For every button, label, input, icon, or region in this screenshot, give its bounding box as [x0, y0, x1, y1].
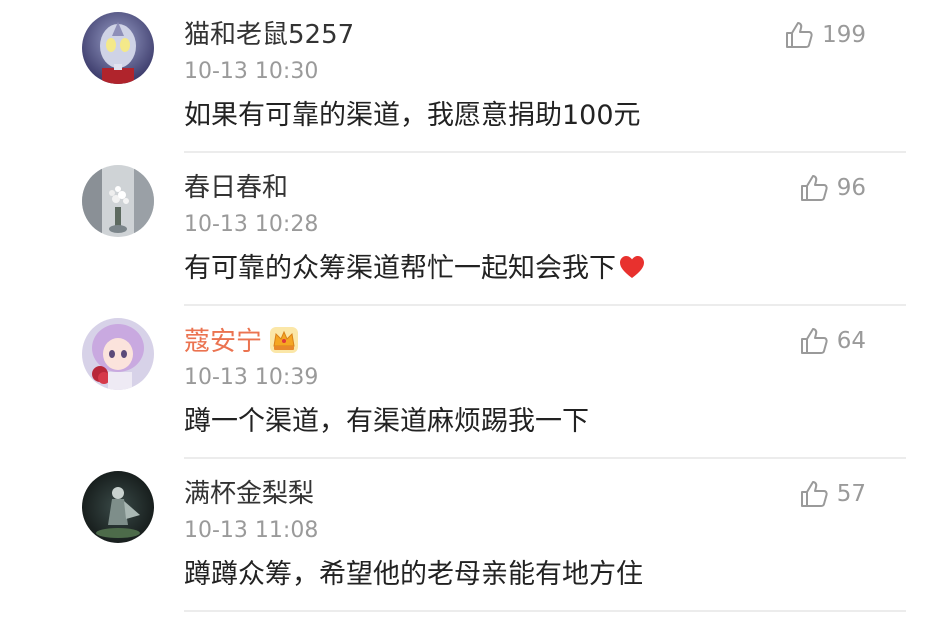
timestamp: 10-13 10:30	[184, 59, 319, 84]
ultraman-avatar-icon	[82, 12, 154, 84]
like-count: 57	[836, 481, 866, 507]
thumbs-up-icon	[800, 328, 828, 354]
like-button[interactable]: 96	[799, 171, 866, 205]
comment-text: 有可靠的众筹渠道帮忙一起知会我下	[184, 249, 646, 289]
thumbs-up-icon	[800, 175, 828, 201]
user-avatar[interactable]	[82, 165, 154, 237]
timestamp: 10-13 10:28	[184, 212, 319, 237]
comment-item[interactable]: 蔻安宁 10-13 10:39 蹲一个渠道，有渠道麻烦踢我一下 64	[0, 306, 932, 459]
anime-girl-avatar-icon	[82, 318, 154, 390]
comment-item[interactable]: 春日春和 10-13 10:28 有可靠的众筹渠道帮忙一起知会我下 96	[0, 153, 932, 306]
like-button[interactable]: 64	[799, 324, 866, 358]
divider	[184, 610, 906, 612]
username[interactable]: 蔻安宁	[184, 324, 300, 359]
crown-icon	[270, 327, 299, 353]
comment-item[interactable]: 满杯金梨梨 10-13 11:08 蹲蹲众筹，希望他的老母亲能有地方住 57	[0, 459, 932, 612]
username[interactable]: 满杯金梨梨	[184, 477, 314, 511]
heart-icon	[620, 256, 644, 278]
like-count: 96	[836, 175, 866, 201]
timestamp: 10-13 11:08	[184, 518, 319, 543]
username-text: 蔻安宁	[184, 327, 263, 357]
username[interactable]: 春日春和	[184, 171, 288, 205]
timestamp: 10-13 10:39	[184, 365, 319, 390]
flower-vase-avatar-icon	[82, 165, 154, 237]
like-count: 199	[822, 22, 866, 48]
user-avatar[interactable]	[82, 471, 154, 543]
like-count: 64	[836, 328, 866, 354]
username[interactable]: 猫和老鼠5257	[184, 18, 354, 52]
like-button[interactable]: 57	[799, 477, 866, 511]
comment-text: 如果有可靠的渠道，我愿意捐助100元	[184, 100, 641, 131]
thumbs-up-icon	[786, 22, 813, 48]
comment-item[interactable]: 猫和老鼠5257 10-13 10:30 如果有可靠的渠道，我愿意捐助100元 …	[0, 0, 932, 153]
dark-figure-avatar-icon	[82, 471, 154, 543]
like-button[interactable]: 199	[784, 18, 866, 52]
thumbs-up-icon	[800, 481, 828, 507]
comment-text-body: 有可靠的众筹渠道帮忙一起知会我下	[184, 253, 616, 284]
comment-text: 蹲蹲众筹，希望他的老母亲能有地方住	[184, 559, 643, 590]
comment-text: 蹲一个渠道，有渠道麻烦踢我一下	[184, 406, 589, 437]
user-avatar[interactable]	[82, 12, 154, 84]
user-avatar[interactable]	[82, 318, 154, 390]
